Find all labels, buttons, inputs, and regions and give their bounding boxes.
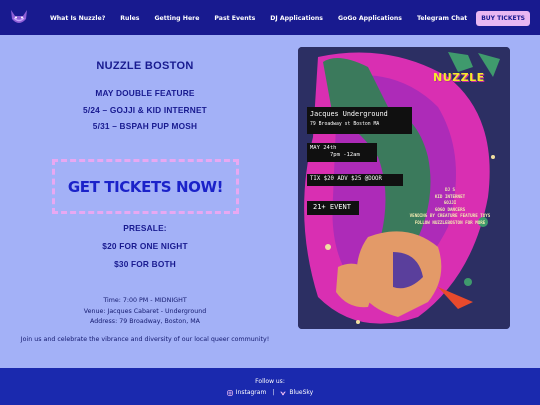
nav-item-telegram-chat[interactable]: Telegram Chat — [417, 15, 467, 22]
poster-lineup-item: GOGO DANCERS — [434, 206, 466, 212]
poster-lineup-item: KID INTERNET — [434, 193, 466, 199]
nav-links: What Is Nuzzle? Rules Getting Here Past … — [35, 11, 530, 26]
poster-venue: Jacques Underground — [310, 110, 388, 118]
poster-lineup-item: FOLLOW NUZZLEBOSTON FOR MORE — [414, 219, 486, 225]
tagline: Join us and celebrate the vibrance and d… — [20, 336, 270, 343]
poster-logo: NUZZLE — [433, 71, 485, 84]
nuzzle-logo-icon[interactable] — [8, 7, 30, 29]
presale-one-night: $20 FOR ONE NIGHT — [102, 241, 188, 251]
poster-lineup-item: DJ S — [444, 187, 456, 192]
nav-item-rules[interactable]: Rules — [120, 15, 139, 22]
instagram-link[interactable]: Instagram — [227, 389, 267, 396]
poster-lineup: DJ S KID INTERNET GOJJI GOGO DANCERS VEN… — [390, 187, 510, 227]
follow-label: Follow us: — [255, 378, 285, 385]
event-night-2: 5/31 – BSPAH PUP MOSH — [92, 121, 198, 131]
poster-venue-box: Jacques Underground 79 Broadway st Bosto… — [307, 107, 412, 134]
event-venue: Venue: Jacques Cabaret - Underground — [83, 307, 207, 315]
instagram-icon — [227, 389, 233, 396]
presale-both: $30 FOR BOTH — [114, 259, 176, 269]
poster-age: 21+ EVENT — [307, 201, 359, 215]
nav-item-getting-here[interactable]: Getting Here — [154, 15, 199, 22]
poster-lineup-item: GOJJI — [443, 200, 457, 206]
poster-address: 79 Broadway st Boston MA — [310, 122, 380, 127]
presale-heading: PRESALE: — [123, 223, 167, 233]
event-address: Address: 79 Broadway, Boston, MA — [90, 318, 200, 325]
footer: Follow us: Instagram | BlueSky — [0, 368, 540, 405]
buy-tickets-button[interactable]: BUY TICKETS — [476, 11, 530, 26]
nav-item-gogo-applications[interactable]: GoGo Applications — [338, 15, 402, 22]
event-info: NUZZLE BOSTON MAY DOUBLE FEATURE 5/24 – … — [0, 50, 290, 131]
poster-lineup-item: VENDING BY CREATURE FEATURE TOYS — [409, 213, 491, 219]
social-separator: | — [272, 389, 275, 396]
instagram-label: Instagram — [235, 389, 267, 396]
nav-item-past-events[interactable]: Past Events — [214, 15, 255, 22]
poster-tix: TIX $20 ADV $25 @DOOR — [307, 174, 403, 186]
bluesky-link[interactable]: BlueSky — [280, 389, 313, 396]
event-subtitle: MAY DOUBLE FEATURE — [95, 88, 195, 98]
poster-date-box: MAY 24th 7pm -12am — [307, 143, 377, 162]
event-details: Time: 7:00 PM - MIDNIGHT Venue: Jacques … — [0, 296, 290, 328]
presale-info: PRESALE: $20 FOR ONE NIGHT $30 FOR BOTH — [0, 223, 290, 277]
get-tickets-button[interactable]: GET TICKETS NOW! — [52, 159, 239, 214]
event-poster: NUZZLE Jacques Underground 79 Broadway s… — [298, 47, 510, 329]
social-links: Instagram | BlueSky — [0, 389, 540, 396]
bluesky-label: BlueSky — [289, 389, 314, 396]
nav-item-dj-applications[interactable]: DJ Applications — [270, 15, 323, 22]
nav-item-what-is-nuzzle[interactable]: What Is Nuzzle? — [50, 15, 105, 22]
navbar: What Is Nuzzle? Rules Getting Here Past … — [0, 0, 540, 35]
event-night-1: 5/24 – GOJJI & KID INTERNET — [83, 105, 207, 115]
bluesky-icon — [280, 390, 286, 395]
poster-time: 7pm -12am — [330, 152, 360, 158]
page-title: NUZZLE BOSTON — [96, 60, 194, 72]
get-tickets-label: GET TICKETS NOW! — [67, 177, 224, 196]
event-time: Time: 7:00 PM - MIDNIGHT — [103, 297, 187, 304]
poster-date: MAY 24th — [310, 145, 337, 151]
